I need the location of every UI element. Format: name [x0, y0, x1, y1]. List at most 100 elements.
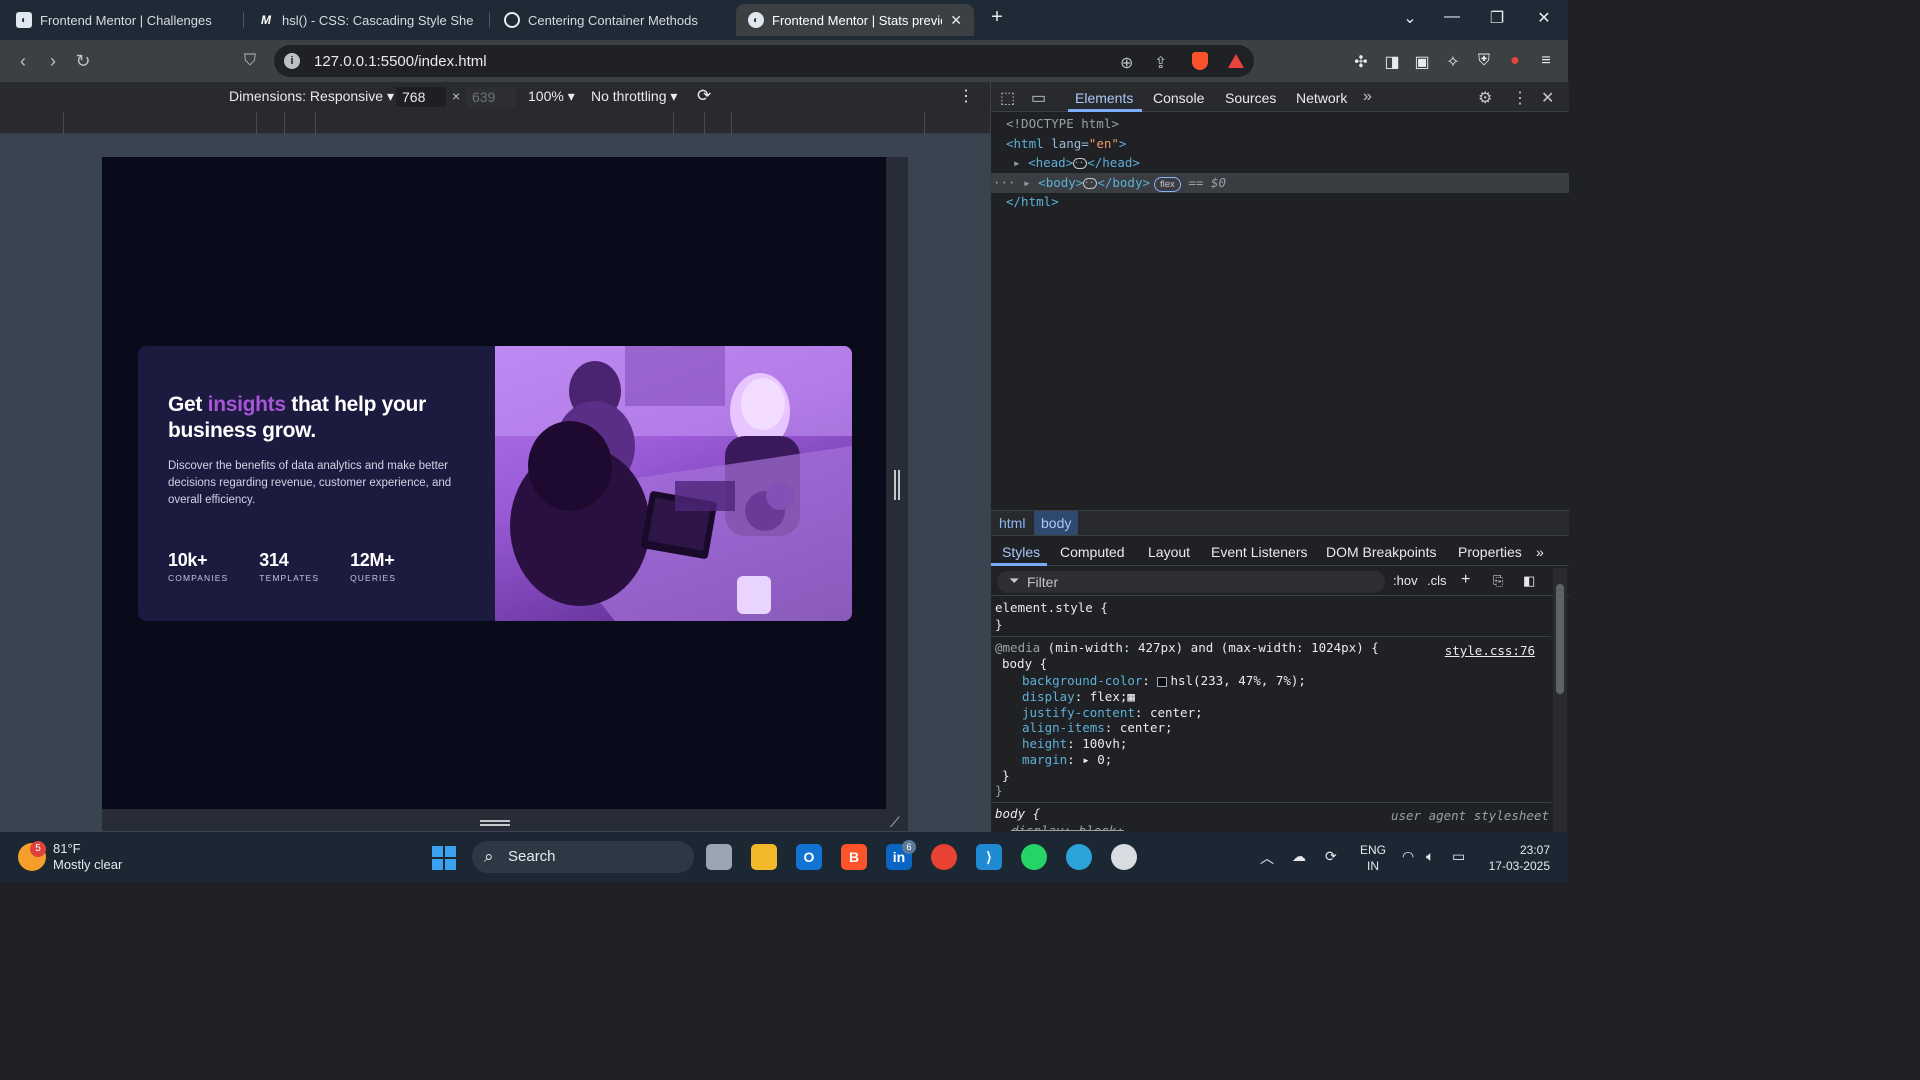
filter-input[interactable]: Filter	[997, 571, 1385, 593]
zoom-icon[interactable]: ⊕	[1120, 53, 1133, 73]
bookmark-icon[interactable]: ⛉	[239, 50, 261, 72]
onedrive-icon[interactable]: ☁	[1292, 848, 1306, 865]
profile-icon[interactable]: ●	[1505, 52, 1525, 70]
declaration-background-color[interactable]: background-color: hsl(233, 47%, 7%);	[1022, 673, 1306, 689]
outlook-icon[interactable]: O	[796, 844, 822, 870]
close-devtools-icon[interactable]: ✕	[1541, 88, 1554, 108]
tab-frontend-mentor-challenges[interactable]: ◐ Frontend Mentor | Challenges	[4, 4, 242, 36]
ruler-tick[interactable]	[63, 112, 64, 134]
tab-console[interactable]: Console	[1153, 90, 1204, 106]
declaration-align-items[interactable]: align-items: center;	[1022, 720, 1173, 736]
collapsed-ellipsis-icon[interactable]: ···	[1083, 178, 1099, 189]
menu-icon[interactable]: ≡	[1536, 52, 1556, 70]
declaration-margin[interactable]: margin: ▸ 0;	[1022, 752, 1112, 768]
tab-elements[interactable]: Elements	[1075, 90, 1133, 106]
back-icon[interactable]: ‹	[12, 50, 34, 72]
restore-icon[interactable]: ❐	[1485, 8, 1509, 28]
flex-badge[interactable]: flex	[1154, 177, 1181, 192]
vpn-icon[interactable]: ⛨	[1474, 52, 1494, 70]
new-rule-icon[interactable]: +	[1461, 571, 1470, 589]
declaration-display[interactable]: display: flex;▦	[1022, 689, 1135, 705]
width-input[interactable]: 768	[396, 87, 446, 107]
taskbar-search[interactable]: ⌕ Search	[472, 841, 694, 873]
edge-icon[interactable]	[1066, 844, 1092, 870]
brave-rewards-icon[interactable]	[1228, 54, 1244, 68]
tab-event-listeners[interactable]: Event Listeners	[1211, 544, 1308, 560]
leo-ai-icon[interactable]: ✧	[1443, 52, 1463, 72]
height-input[interactable]: 639	[466, 87, 516, 107]
sidebar-icon[interactable]: ◨	[1382, 52, 1402, 72]
brave-shields-icon[interactable]	[1192, 52, 1208, 70]
devtools-menu-icon[interactable]: ⋮	[1512, 88, 1528, 108]
source-link[interactable]: style.css:76	[1445, 643, 1535, 659]
ruler-tick[interactable]	[256, 112, 257, 134]
dom-head-node[interactable]: ▸ <head>···</head>	[1013, 153, 1140, 173]
declaration-justify-content[interactable]: justify-content: center;	[1022, 705, 1203, 721]
share-icon[interactable]: ⇪	[1154, 53, 1167, 73]
clock-app-icon[interactable]	[1111, 844, 1137, 870]
throttling-dropdown[interactable]: No throttling ▾	[591, 88, 677, 105]
volume-icon[interactable]: 🔈︎	[1426, 848, 1434, 865]
close-tab-icon[interactable]: ✕	[950, 12, 962, 29]
extensions-icon[interactable]: ✣	[1351, 52, 1371, 72]
more-subtabs-icon[interactable]: »	[1536, 544, 1544, 560]
resize-width-handle[interactable]	[894, 470, 900, 500]
tab-mdn-hsl[interactable]: M hsl() - CSS: Cascading Style Sheets |	[246, 4, 486, 36]
settings-gear-icon[interactable]: ⚙	[1478, 88, 1492, 108]
whatsapp-icon[interactable]	[1021, 844, 1047, 870]
dom-html-node[interactable]: <html lang="en">	[1006, 134, 1126, 154]
more-actions-icon[interactable]: ···	[993, 175, 1016, 190]
tab-network[interactable]: Network	[1296, 90, 1347, 106]
resize-height-handle[interactable]	[480, 820, 510, 826]
ruler-tick[interactable]	[704, 112, 705, 134]
site-info-icon[interactable]: i	[284, 53, 300, 69]
brave-browser-icon[interactable]: B	[841, 844, 867, 870]
ua-rule-selector[interactable]: body {	[995, 806, 1040, 822]
tab-centering-container[interactable]: Centering Container Methods	[492, 4, 732, 36]
zoom-dropdown[interactable]: 100% ▾	[528, 88, 575, 105]
sync-icon[interactable]: ⟳	[1325, 848, 1337, 865]
system-clock[interactable]: 23:07 17-03-2025	[1484, 842, 1550, 874]
element-style-selector[interactable]: element.style {	[995, 600, 1108, 616]
collapsed-ellipsis-icon[interactable]: ···	[1073, 158, 1089, 169]
tab-sources[interactable]: Sources	[1225, 90, 1276, 106]
vscode-icon[interactable]: ⟩	[976, 844, 1002, 870]
resize-corner-handle[interactable]: ⟋	[890, 814, 900, 831]
tab-styles[interactable]: Styles	[1002, 544, 1040, 560]
rule-selector[interactable]: body {	[1002, 656, 1047, 672]
tab-properties[interactable]: Properties	[1458, 544, 1522, 560]
declaration-height[interactable]: height: 100vh;	[1022, 736, 1127, 752]
dom-body-node-selected[interactable]: ··· ▸ <body>···</body> flex == $0	[991, 173, 1569, 193]
tab-layout[interactable]: Layout	[1148, 544, 1190, 560]
reload-icon[interactable]: ↻	[72, 50, 94, 72]
ua-declaration[interactable]: display: block;	[1011, 823, 1124, 831]
color-swatch[interactable]	[1157, 676, 1168, 687]
breadcrumb-html[interactable]: html	[999, 515, 1025, 531]
rotate-icon[interactable]: ⟳	[697, 86, 711, 106]
tab-computed[interactable]: Computed	[1060, 544, 1125, 560]
ruler-tick[interactable]	[315, 112, 316, 134]
forward-icon[interactable]: ›	[42, 50, 64, 72]
windows-start-icon[interactable]	[432, 846, 456, 870]
address-bar[interactable]: i 127.0.0.1:5500/index.html ⊕ ⇪	[274, 45, 1254, 77]
flex-editor-icon[interactable]: ▦	[1127, 689, 1135, 704]
computed-sidebar-icon[interactable]: ◧	[1523, 573, 1535, 589]
more-options-icon[interactable]: ⋮	[958, 86, 974, 106]
tab-stats-preview[interactable]: ◐ Frontend Mentor | Stats preview ✕	[736, 4, 974, 36]
language-indicator[interactable]: ENG IN	[1360, 842, 1386, 874]
device-toggle-icon[interactable]: ▭	[1031, 88, 1046, 108]
expand-icon[interactable]: ▸	[1013, 155, 1021, 170]
file-explorer-icon[interactable]	[751, 844, 777, 870]
dom-html-close[interactable]: </html>	[1006, 192, 1059, 212]
wallet-icon[interactable]: ▣	[1412, 52, 1432, 72]
ruler-tick[interactable]	[731, 112, 732, 134]
task-view-icon[interactable]	[706, 844, 732, 870]
dimensions-dropdown[interactable]: Dimensions: Responsive ▾	[229, 88, 394, 105]
breadcrumb-body[interactable]: body	[1034, 511, 1079, 535]
close-window-icon[interactable]: ✕	[1532, 8, 1556, 28]
paint-icon[interactable]: ⎘	[1493, 573, 1503, 589]
tab-dom-breakpoints[interactable]: DOM Breakpoints	[1326, 544, 1436, 560]
ruler-tick[interactable]	[924, 112, 925, 134]
battery-icon[interactable]: ▭	[1452, 848, 1465, 865]
ruler-tick[interactable]	[284, 112, 285, 134]
